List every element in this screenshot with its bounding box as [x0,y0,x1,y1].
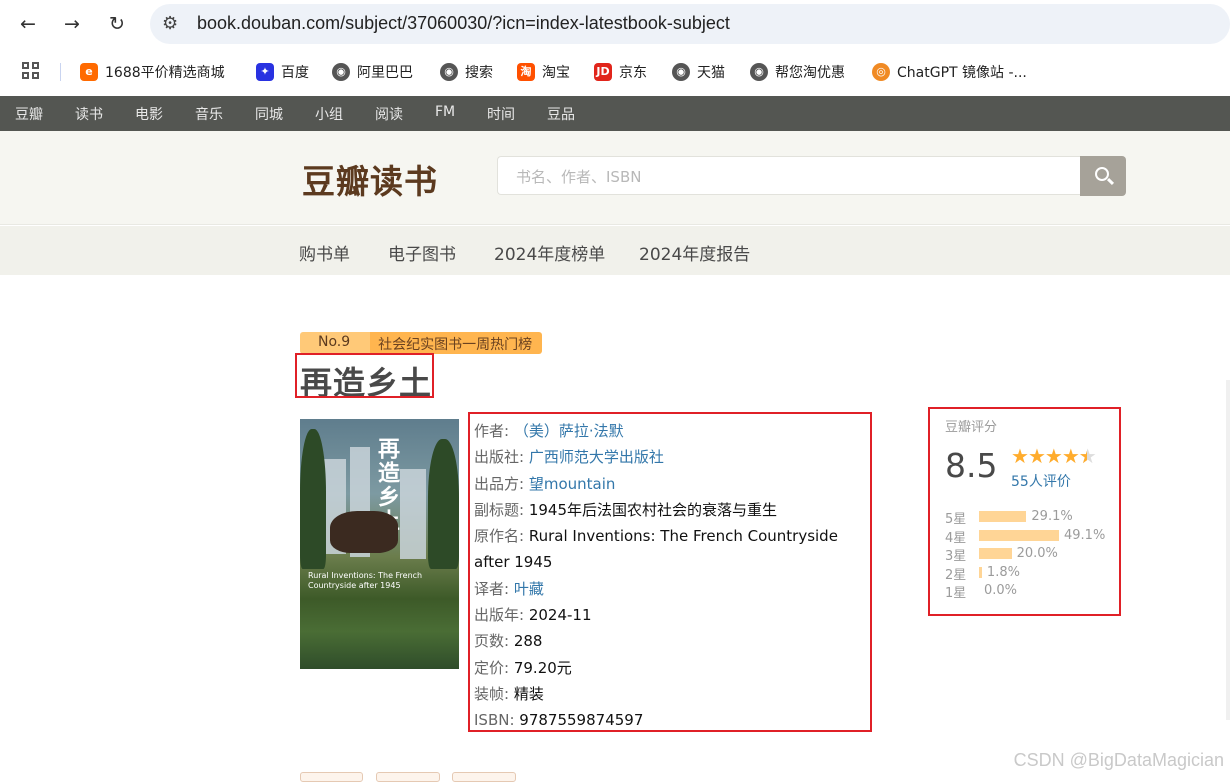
cover-tree [428,439,459,569]
cover-building [400,469,426,559]
scrollbar[interactable] [1226,380,1230,720]
nav-book[interactable]: 读书 [75,104,103,124]
back-icon[interactable]: ← [13,9,43,39]
globe-icon: ◉ [440,63,458,81]
reading-button[interactable] [376,772,440,782]
url-text[interactable]: book.douban.com/subject/37060030/?icn=in… [197,13,730,34]
1688-icon: e [80,63,98,81]
global-nav: 豆瓣 读书 电影 音乐 同城 小组 阅读 FM 时间 豆品 [0,96,1230,131]
bookmark-label: 搜索 [465,62,493,82]
globe-icon: ◉ [750,63,768,81]
bookmark-label: 天猫 [697,62,725,82]
title-highlight-box [295,353,434,398]
info-highlight-box [468,412,872,732]
nav-music[interactable]: 音乐 [195,104,223,124]
bookmark-label: 淘宝 [542,62,570,82]
cover-tree [300,429,326,569]
search-input[interactable]: 书名、作者、ISBN [497,156,1080,195]
site-header: 豆瓣读书 书名、作者、ISBN [0,131,1230,225]
bookmark-label: ChatGPT 镜像站 -... [897,62,1027,82]
site-settings-icon[interactable]: ⚙ [162,13,178,34]
nav-movie[interactable]: 电影 [135,104,163,124]
bookmark-1688[interactable]: e 1688平价精选商城 [80,61,225,83]
nav-location[interactable]: 同城 [255,104,283,124]
baidu-icon: ✦ [256,63,274,81]
nav-douban[interactable]: 豆瓣 [15,104,43,124]
douban-book-logo[interactable]: 豆瓣读书 [302,155,438,203]
bookmark-alibaba[interactable]: ◉ 阿里巴巴 [332,61,413,83]
subnav-booklist[interactable]: 购书单 [299,240,350,265]
sub-nav: 购书单 电子图书 2024年度榜单 2024年度报告 [0,226,1230,275]
nav-fm[interactable]: FM [435,104,455,120]
globe-icon: ◉ [332,63,350,81]
bookmark-chatgpt[interactable]: ◎ ChatGPT 镜像站 -... [872,61,1027,83]
forward-icon[interactable]: → [57,9,87,39]
search-button[interactable] [1080,156,1126,196]
bookmark-baidu[interactable]: ✦ 百度 [256,61,309,83]
nav-market[interactable]: 豆品 [547,104,575,124]
bookmark-taobao[interactable]: 淘淘宝 [517,61,570,83]
rank-number: No.9 [300,332,370,354]
book-cover[interactable]: 再造乡土 Rural Inventions: The French Countr… [300,419,459,669]
rating-highlight-box [928,407,1121,616]
subnav-ebooks[interactable]: 电子图书 [388,240,456,265]
nav-read[interactable]: 阅读 [375,104,403,124]
nav-time[interactable]: 时间 [487,104,515,124]
cover-horse [330,511,398,553]
search-placeholder: 书名、作者、ISBN [516,166,641,187]
nav-group[interactable]: 小组 [315,104,343,124]
bookmark-label: 阿里巴巴 [357,62,413,82]
address-bar[interactable]: ⚙ book.douban.com/subject/37060030/?icn=… [150,4,1230,44]
bookmark-label: 1688平价精选商城 [105,62,225,82]
reload-icon[interactable]: ↻ [102,9,132,39]
subnav-annual-report[interactable]: 2024年度报告 [639,240,750,265]
bookmark-label: 京东 [619,62,647,82]
rank-tag[interactable]: No.9 社会纪实图书一周热门榜 [300,332,542,354]
jd-icon: JD [594,63,612,81]
bookmark-coupon[interactable]: ◉ 帮您淘优惠 [750,61,845,83]
bookmark-tmall[interactable]: ◉ 天猫 [672,61,725,83]
cover-subtitle: Rural Inventions: The French Countryside… [308,571,428,591]
watermark: CSDN @BigDataMagician [1014,750,1224,771]
bookmark-jd[interactable]: JD 京东 [594,61,647,83]
taobao-icon: 淘 [517,63,535,81]
chatgpt-icon: ◎ [872,63,890,81]
bookmark-label: 帮您淘优惠 [775,62,845,82]
search-icon-handle [1107,178,1114,185]
bookmark-search[interactable]: ◉ 搜索 [440,61,493,83]
rank-list-title: 社会纪实图书一周热门榜 [370,332,542,354]
bookmarks-bar: e 1688平价精选商城 ✦ 百度 ◉ 阿里巴巴 ◉ 搜索 淘淘宝 JD 京东 ◉ 天猫 ◉… [0,56,1230,88]
bookmark-label: 百度 [281,62,309,82]
want-button[interactable] [300,772,363,782]
read-button[interactable] [452,772,516,782]
browser-toolbar: ← → ↻ ⚙ book.douban.com/subject/37060030… [0,0,1230,96]
globe-icon: ◉ [672,63,690,81]
subnav-annual-ranking[interactable]: 2024年度榜单 [494,240,605,265]
